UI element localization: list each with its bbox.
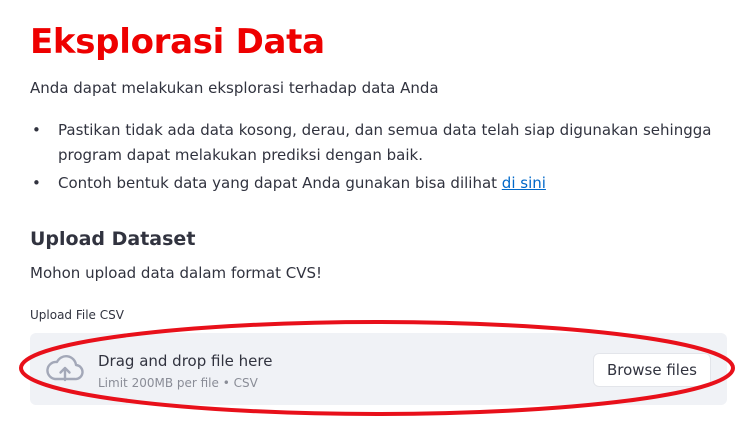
instruction-list: • Pastikan tidak ada data kosong, derau,… [30,118,720,199]
list-item: • Contoh bentuk data yang dapat Anda gun… [30,171,720,196]
list-item-text: Contoh bentuk data yang dapat Anda gunak… [58,174,502,192]
section-note: Mohon upload data dalam format CVS! [30,264,323,282]
cloud-upload-icon [46,353,84,385]
dropzone-limit: Limit 200MB per file • CSV [98,376,258,390]
page-subtitle: Anda dapat melakukan eksplorasi terhadap… [30,79,439,97]
list-item-text: Pastikan tidak ada data kosong, derau, d… [58,121,712,164]
page-title: Eksplorasi Data [30,22,325,62]
example-data-link[interactable]: di sini [502,174,546,192]
file-dropzone[interactable]: Drag and drop file here Limit 200MB per … [30,333,727,405]
file-uploader-label: Upload File CSV [30,308,124,322]
bullet-icon: • [32,121,41,139]
section-heading: Upload Dataset [30,228,196,250]
list-item: • Pastikan tidak ada data kosong, derau,… [30,118,720,168]
browse-files-button[interactable]: Browse files [592,353,711,387]
bullet-icon: • [32,174,41,192]
dropzone-instruction: Drag and drop file here [98,352,273,370]
